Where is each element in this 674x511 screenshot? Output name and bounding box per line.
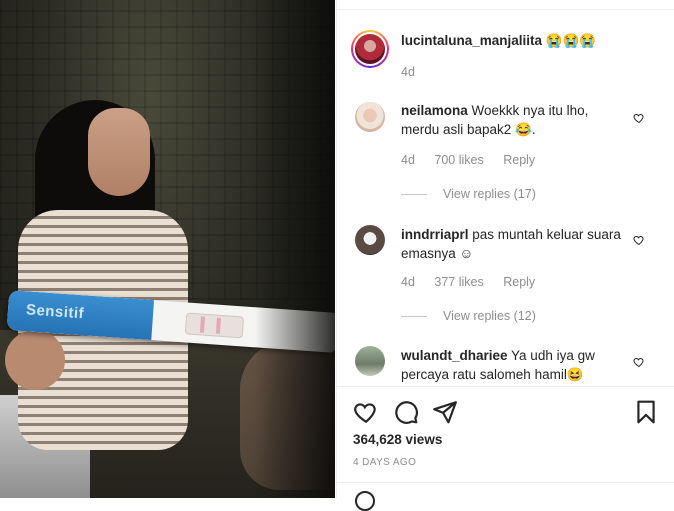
woman-face: [88, 108, 150, 196]
comment-username[interactable]: neilamona: [401, 103, 468, 118]
caption-meta: 4d: [401, 65, 431, 79]
reply-button[interactable]: Reply: [503, 153, 535, 167]
video-shadow: [255, 0, 335, 498]
caption-username[interactable]: lucintaluna_manjaliita: [401, 33, 542, 48]
comment-meta: 4d 377 likes Reply: [401, 275, 551, 289]
comment-avatar[interactable]: [355, 102, 385, 132]
woman-arm: [5, 330, 65, 390]
emoji-icon[interactable]: [355, 491, 375, 511]
caption: lucintaluna_manjaliita 😭😭😭: [401, 31, 629, 50]
caption-text: 😭😭😭: [545, 33, 597, 48]
reply-button[interactable]: Reply: [503, 275, 535, 289]
comments-panel: lucintaluna_manjaliita 😭😭😭 4d neilamona …: [336, 0, 674, 511]
comment-like-heart-icon[interactable]: [633, 112, 645, 124]
view-count[interactable]: 364,628 views: [353, 432, 442, 447]
comment-avatar[interactable]: [355, 346, 385, 376]
comment-likes[interactable]: 377 likes: [434, 275, 483, 289]
pregnancy-test-window: [184, 312, 245, 339]
view-replies-button[interactable]: View replies (17): [401, 187, 536, 201]
comment-item: neilamona Woekkk nya itu lho, merdu asli…: [401, 101, 629, 139]
caption-avatar[interactable]: [351, 30, 389, 68]
comment-username[interactable]: inndrriaprl: [401, 227, 469, 242]
bookmark-icon[interactable]: [633, 399, 659, 425]
comment-icon[interactable]: [393, 399, 419, 425]
paper-plane-icon[interactable]: [432, 399, 458, 425]
view-replies-button[interactable]: View replies (12): [401, 309, 536, 323]
view-replies-dash: [401, 316, 427, 318]
view-replies-label: View replies (12): [443, 309, 536, 323]
view-replies-dash: [401, 194, 427, 196]
post-video[interactable]: Sensitif: [0, 0, 335, 498]
comment-item: wulandt_dhariee Ya udh iya gw percaya ra…: [401, 346, 629, 384]
comment-time[interactable]: 4d: [401, 275, 415, 289]
footer-divider: [337, 482, 674, 483]
comment-meta: 4d 700 likes Reply: [401, 153, 551, 167]
comment-like-heart-icon[interactable]: [633, 234, 645, 246]
comment-avatar[interactable]: [355, 225, 385, 255]
comment-like-heart-icon[interactable]: [633, 356, 645, 368]
caption-time[interactable]: 4d: [401, 65, 415, 79]
post-actions: 364,628 views 4 DAYS AGO: [337, 386, 674, 511]
post-timestamp[interactable]: 4 DAYS AGO: [353, 457, 416, 468]
comment-likes[interactable]: 700 likes: [434, 153, 483, 167]
pregnancy-test-brand: Sensitif: [25, 301, 85, 323]
comment-username[interactable]: wulandt_dhariee: [401, 348, 508, 363]
comment-item: inndrriaprl pas muntah keluar suara emas…: [401, 225, 629, 263]
view-replies-label: View replies (17): [443, 187, 536, 201]
header-divider: [337, 9, 674, 10]
heart-icon[interactable]: [353, 399, 379, 425]
comment-time[interactable]: 4d: [401, 153, 415, 167]
